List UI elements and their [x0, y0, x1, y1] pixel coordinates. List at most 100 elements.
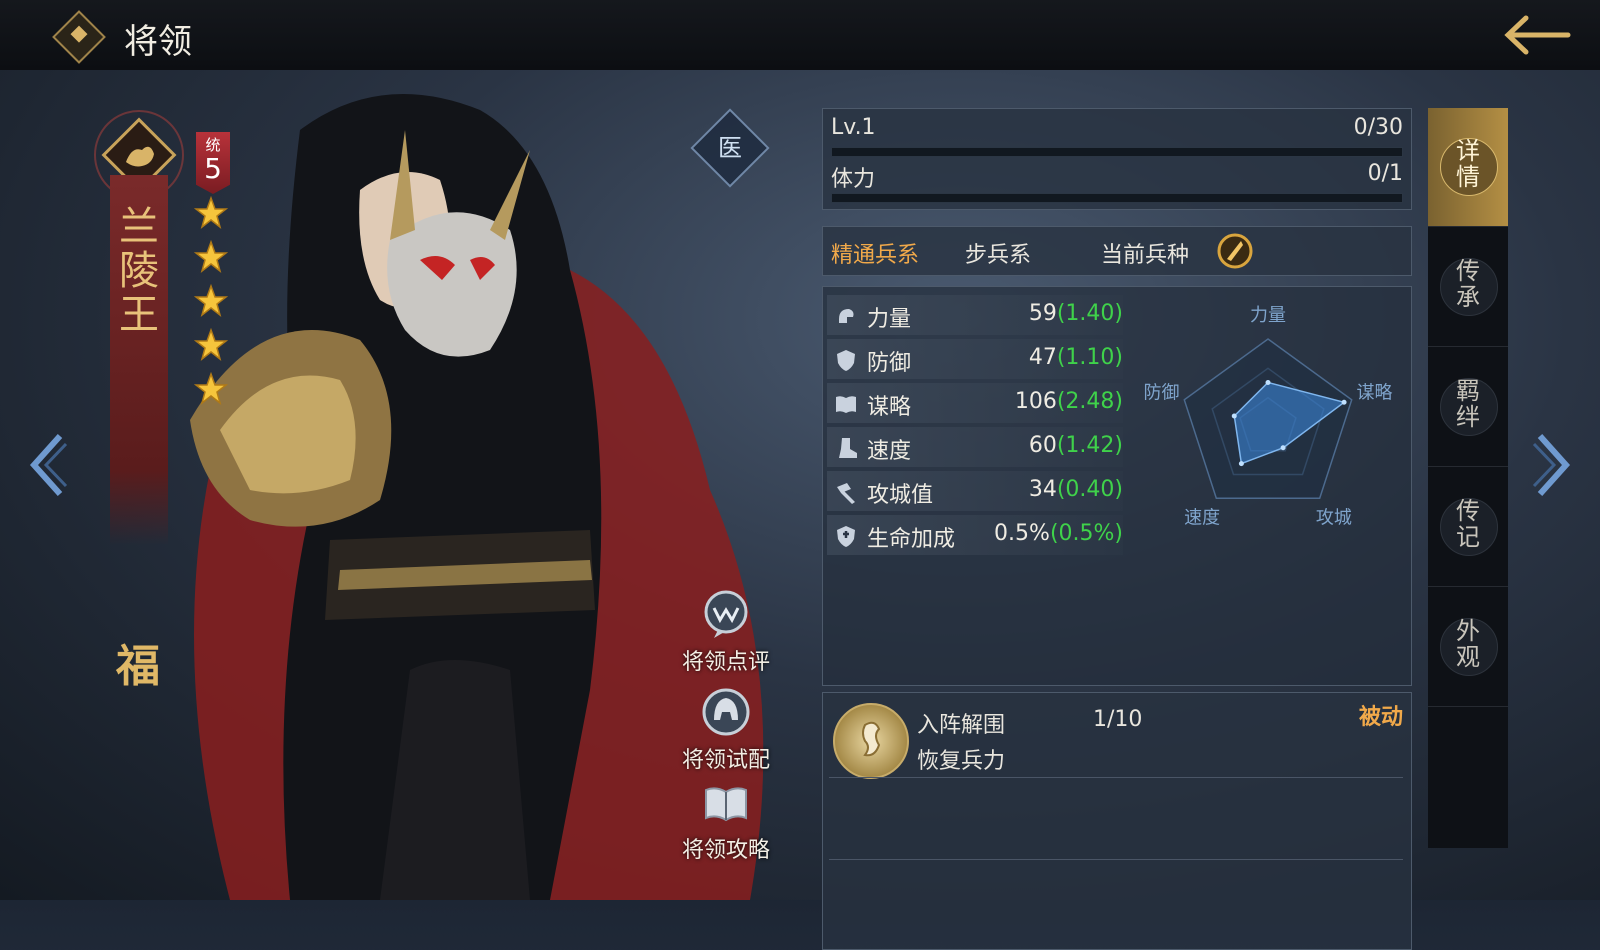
tab-item[interactable]: 详 情 — [1428, 108, 1508, 227]
blessing-glyph: 福 — [116, 641, 160, 692]
info-panel: Lv.1 0/30 体力 0/1 精通兵系 步兵系 当前兵种 力量谋略攻城 速度 防… — [822, 108, 1416, 950]
radar-label: 速度 — [1184, 508, 1220, 529]
tab-label: 传 记 — [1456, 497, 1480, 551]
stat-name: 谋略 — [867, 395, 912, 420]
stat-row: 力量 59(1.40) — [827, 295, 1123, 335]
stats-radar-chart: 力量谋略攻城 速度 防御 — [1143, 305, 1393, 529]
general-guide-button[interactable]: 将领攻略 — [676, 776, 776, 864]
tab-item[interactable]: 传 记 — [1428, 468, 1508, 587]
heart-shield-icon — [837, 526, 855, 547]
previous-general-arrow-icon[interactable] — [26, 430, 70, 500]
shield-icon — [837, 350, 855, 371]
star-icon — [193, 327, 229, 361]
stat-value: 59(1.40) — [1029, 301, 1123, 326]
stat-base: 60 — [1028, 433, 1057, 458]
divider — [829, 777, 1403, 778]
stat-row: 生命加成 0.5%(0.5%) — [827, 515, 1123, 555]
tab-item[interactable]: 传 承 — [1428, 228, 1508, 347]
stat-name: 防御 — [867, 351, 912, 376]
radar-point — [1341, 399, 1347, 405]
tab-item[interactable]: 羁 绊 — [1428, 348, 1508, 467]
fist-icon — [839, 309, 854, 323]
skill-level: 1/10 — [1093, 707, 1143, 732]
stat-name: 攻城值 — [867, 483, 934, 508]
back-arrow-icon[interactable] — [1498, 12, 1572, 58]
radar-point — [1231, 413, 1237, 419]
star-icon — [193, 283, 229, 317]
stat-row: 防御 47(1.10) — [827, 339, 1123, 379]
stat-base: 0.5% — [994, 521, 1050, 546]
next-general-arrow-icon[interactable] — [1530, 430, 1574, 500]
stamina-label: 体力 — [831, 167, 876, 192]
stat-name: 生命加成 — [867, 527, 956, 552]
heal-label: 医 — [718, 134, 742, 162]
side-tab-bar: 详 情传 承羁 绊传 记外 观 — [1428, 108, 1508, 848]
general-guide-label: 将领攻略 — [681, 838, 770, 863]
name-banner: 兰陵王 — [110, 175, 168, 545]
stat-growth: (0.5%) — [1049, 521, 1123, 546]
star-icon — [193, 371, 229, 405]
general-review-button[interactable]: 将领点评 — [676, 588, 776, 676]
troop-box: 精通兵系 步兵系 当前兵种 — [822, 226, 1412, 276]
general-tryout-label: 将领试配 — [681, 748, 770, 773]
tab-label: 传 承 — [1456, 257, 1480, 311]
stat-growth: (0.40) — [1056, 477, 1123, 502]
exp-value: 0/30 — [1353, 115, 1403, 140]
stat-value: 60(1.42) — [1029, 433, 1123, 458]
level-box: Lv.1 0/30 体力 0/1 — [822, 108, 1412, 210]
tab-label: 外 观 — [1456, 617, 1480, 671]
mastery-value: 步兵系 — [965, 243, 1032, 268]
stat-value: 106(2.48) — [1015, 389, 1123, 414]
divider — [829, 859, 1403, 860]
radar-point — [1280, 445, 1286, 451]
star-icon — [193, 195, 229, 229]
radar-label: 攻城 — [1316, 508, 1352, 529]
general-name: 兰陵王 — [119, 204, 159, 338]
helmet-icon — [702, 688, 750, 736]
skill-name: 入阵解围 — [917, 713, 1006, 738]
troop-type-icon[interactable] — [1217, 233, 1253, 269]
stat-row: 谋略 106(2.48) — [827, 383, 1123, 423]
level-label: Lv.1 — [831, 115, 876, 140]
general-review-label: 将领点评 — [681, 650, 770, 675]
stat-name: 速度 — [867, 439, 912, 464]
tab-item[interactable]: 外 观 — [1428, 588, 1508, 707]
radar-point — [1238, 461, 1244, 467]
radar-label: 谋略 — [1357, 382, 1393, 403]
stat-value: 47(1.10) — [1029, 345, 1123, 370]
radar-label: 防御 — [1143, 382, 1179, 403]
skill-type-badge: 被动 — [1358, 705, 1403, 730]
stats-box: 力量 谋略 攻城 速度 防御 力量 59(1.40) 防御 47(1.10) 谋略 106(2.4… — [822, 286, 1412, 686]
stat-base: 59 — [1028, 301, 1057, 326]
star-icon — [193, 239, 229, 273]
hand-rune-icon — [862, 721, 881, 757]
book-icon — [836, 396, 856, 413]
radar-point — [1265, 379, 1271, 385]
stat-growth: (1.40) — [1056, 301, 1123, 326]
stat-base: 47 — [1028, 345, 1057, 370]
stat-growth: (1.10) — [1056, 345, 1123, 370]
boot-icon — [839, 438, 857, 458]
mastery-label: 精通兵系 — [831, 243, 920, 268]
leadership-tag: 统 5 — [196, 132, 230, 194]
radar-label: 力量 — [1250, 305, 1286, 326]
stat-value: 0.5%(0.5%) — [994, 521, 1123, 546]
tab-label: 详 情 — [1456, 137, 1480, 191]
skill-box: 入阵解围 1/10 恢复兵力 被动 — [822, 692, 1412, 950]
open-book-icon — [705, 787, 747, 822]
leadership-value: 5 — [204, 152, 222, 185]
skill-icon[interactable] — [833, 703, 909, 779]
stat-base: 34 — [1028, 477, 1057, 502]
page-title: 将领 — [124, 22, 192, 62]
stamina-bar — [831, 193, 1403, 203]
star-rating — [193, 195, 229, 416]
exp-bar — [831, 147, 1403, 157]
current-troop-label: 当前兵种 — [1101, 243, 1190, 268]
stat-base: 106 — [1014, 389, 1057, 414]
stat-value: 34(0.40) — [1029, 477, 1123, 502]
stat-row: 攻城值 34(0.40) — [827, 471, 1123, 511]
hammer-icon — [837, 483, 855, 504]
diamond-emblem-icon — [52, 10, 106, 64]
stat-growth: (1.42) — [1056, 433, 1123, 458]
general-tryout-button[interactable]: 将领试配 — [676, 686, 776, 774]
